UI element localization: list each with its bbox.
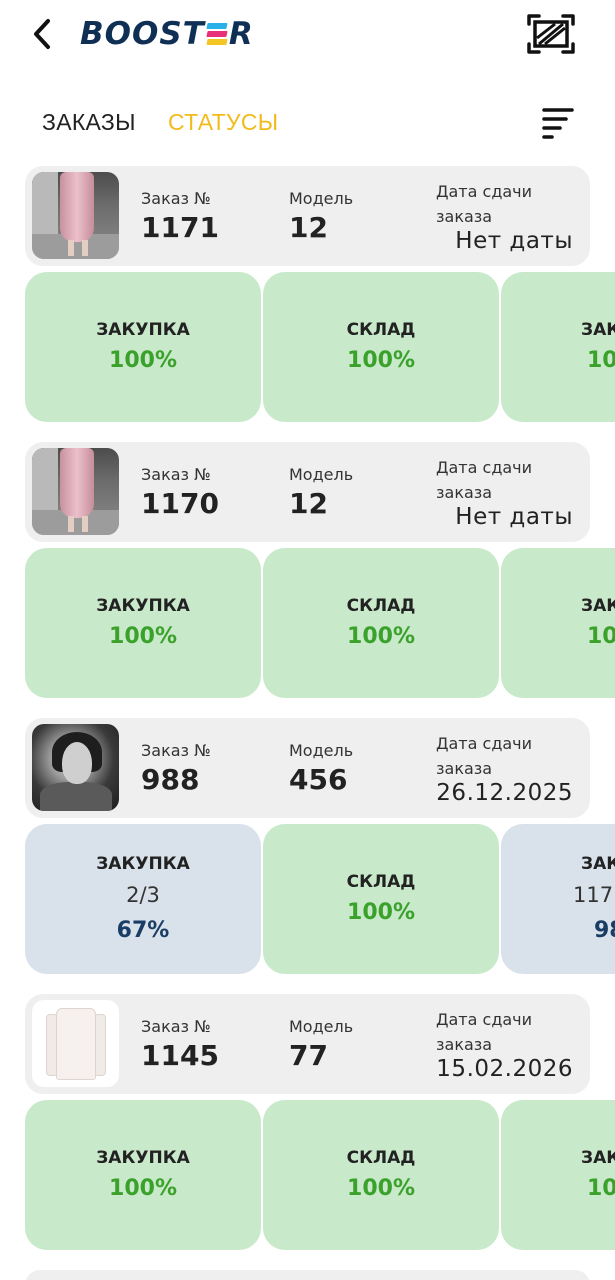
filter-lines-icon <box>542 108 574 139</box>
status-percent: 100% <box>347 624 415 649</box>
model-value: 12 <box>289 487 328 520</box>
order-info: Заказ № 988 Модель 456 Дата сдачи заказа… <box>25 718 590 818</box>
status-row: ЗАКУПКА 100% СКЛАД 100% ЗАК 10 <box>25 272 615 422</box>
due-date-label: Дата сдачи заказа <box>436 734 533 778</box>
due-date-label: Дата сдачи заказа <box>436 1010 533 1054</box>
status-order-cut[interactable]: ЗАК 10 <box>501 1100 615 1250</box>
status-title: СКЛАД <box>346 1148 416 1168</box>
status-order-cut[interactable]: ЗАК 10 <box>501 548 615 698</box>
order-number-label: Заказ № <box>141 741 211 760</box>
model-label: Модель <box>289 465 354 484</box>
order-number-label: Заказ № <box>141 189 211 208</box>
status-title: ЗАК <box>581 854 615 874</box>
due-date-label: Дата сдачи заказа <box>436 182 533 226</box>
due-date-value: Нет даты <box>455 228 573 254</box>
chevron-left-icon <box>34 19 50 49</box>
model-label: Модель <box>289 741 354 760</box>
status-percent: 10 <box>587 624 615 649</box>
status-row: ЗАКУПКА 100% СКЛАД 100% ЗАК 10 <box>25 1100 615 1250</box>
status-order-cut[interactable]: ЗАК 117 98 <box>501 824 615 974</box>
status-order-cut[interactable]: ЗАК 10 <box>501 272 615 422</box>
status-percent: 100% <box>347 1176 415 1201</box>
order-info: Заказ № 1171 Модель 12 Дата сдачи заказа… <box>25 166 590 266</box>
scan-button[interactable] <box>525 12 577 56</box>
status-title: ЗАКУПКА <box>96 1148 190 1168</box>
status-percent: 100% <box>347 900 415 925</box>
order-info: Заказ № 1145 Модель 77 Дата сдачи заказа… <box>25 994 590 1094</box>
status-warehouse[interactable]: СКЛАД 100% <box>263 548 499 698</box>
status-warehouse[interactable]: СКЛАД 100% <box>263 1100 499 1250</box>
product-thumbnail <box>32 448 119 535</box>
order-number-value: 1171 <box>141 211 219 244</box>
status-title: ЗАКУПКА <box>96 854 190 874</box>
product-thumbnail <box>32 172 119 259</box>
order-number-value: 1170 <box>141 487 219 520</box>
model-value: 456 <box>289 763 348 796</box>
app-header: BOOSTER <box>0 0 615 70</box>
status-percent: 100% <box>109 348 177 373</box>
back-button[interactable] <box>24 14 60 54</box>
due-date-value: Нет даты <box>455 504 573 530</box>
status-title: ЗАК <box>581 596 615 616</box>
status-purchase[interactable]: ЗАКУПКА 2/3 67% <box>25 824 261 974</box>
order-card[interactable]: Заказ № 1145 Модель 77 Дата сдачи заказа… <box>0 994 615 1264</box>
status-percent: 67% <box>116 918 170 943</box>
order-number-value: 988 <box>141 763 200 796</box>
order-info: Заказ № 1170 Модель 12 Дата сдачи заказа… <box>25 442 590 542</box>
tab-statuses[interactable]: СТАТУСЫ <box>168 106 278 138</box>
status-percent: 98 <box>594 918 615 943</box>
status-title: СКЛАД <box>346 596 416 616</box>
barcode-scan-icon <box>527 14 575 54</box>
status-title: СКЛАД <box>346 320 416 340</box>
model-value: 12 <box>289 211 328 244</box>
status-fraction: 2/3 <box>126 883 160 907</box>
status-title: ЗАК <box>581 1148 615 1168</box>
product-thumbnail <box>32 724 119 811</box>
status-title: ЗАКУПКА <box>96 596 190 616</box>
status-warehouse[interactable]: СКЛАД 100% <box>263 824 499 974</box>
filter-button[interactable] <box>538 104 578 140</box>
status-percent: 10 <box>587 1176 615 1201</box>
product-thumbnail <box>32 1000 119 1087</box>
order-card[interactable]: Заказ № 1171 Модель 12 Дата сдачи заказа… <box>0 166 615 436</box>
status-percent: 100% <box>109 624 177 649</box>
status-fraction: 117 <box>573 883 614 907</box>
due-date-value: 15.02.2026 <box>436 1056 573 1082</box>
booster-logo: BOOSTER <box>80 16 254 52</box>
status-warehouse[interactable]: СКЛАД 100% <box>263 272 499 422</box>
status-percent: 100% <box>109 1176 177 1201</box>
model-label: Модель <box>289 1017 354 1036</box>
status-purchase[interactable]: ЗАКУПКА 100% <box>25 272 261 422</box>
order-card-partial[interactable] <box>25 1270 590 1280</box>
tab-bar: ЗАКАЗЫ СТАТУСЫ <box>0 100 615 146</box>
order-card[interactable]: Заказ № 1170 Модель 12 Дата сдачи заказа… <box>0 442 615 712</box>
status-purchase[interactable]: ЗАКУПКА 100% <box>25 1100 261 1250</box>
status-title: ЗАК <box>581 320 615 340</box>
status-purchase[interactable]: ЗАКУПКА 100% <box>25 548 261 698</box>
due-date-value: 26.12.2025 <box>436 780 573 806</box>
status-percent: 100% <box>347 348 415 373</box>
model-value: 77 <box>289 1039 328 1072</box>
status-title: ЗАКУПКА <box>96 320 190 340</box>
order-number-label: Заказ № <box>141 1017 211 1036</box>
due-date-label: Дата сдачи заказа <box>436 458 533 502</box>
order-number-value: 1145 <box>141 1039 219 1072</box>
order-card[interactable]: Заказ № 988 Модель 456 Дата сдачи заказа… <box>0 718 615 988</box>
order-number-label: Заказ № <box>141 465 211 484</box>
status-percent: 10 <box>587 348 615 373</box>
model-label: Модель <box>289 189 354 208</box>
status-row: ЗАКУПКА 100% СКЛАД 100% ЗАК 10 <box>25 548 615 698</box>
status-title: СКЛАД <box>346 872 416 892</box>
tab-orders[interactable]: ЗАКАЗЫ <box>42 106 136 138</box>
status-row: ЗАКУПКА 2/3 67% СКЛАД 100% ЗАК 117 98 <box>25 824 615 974</box>
